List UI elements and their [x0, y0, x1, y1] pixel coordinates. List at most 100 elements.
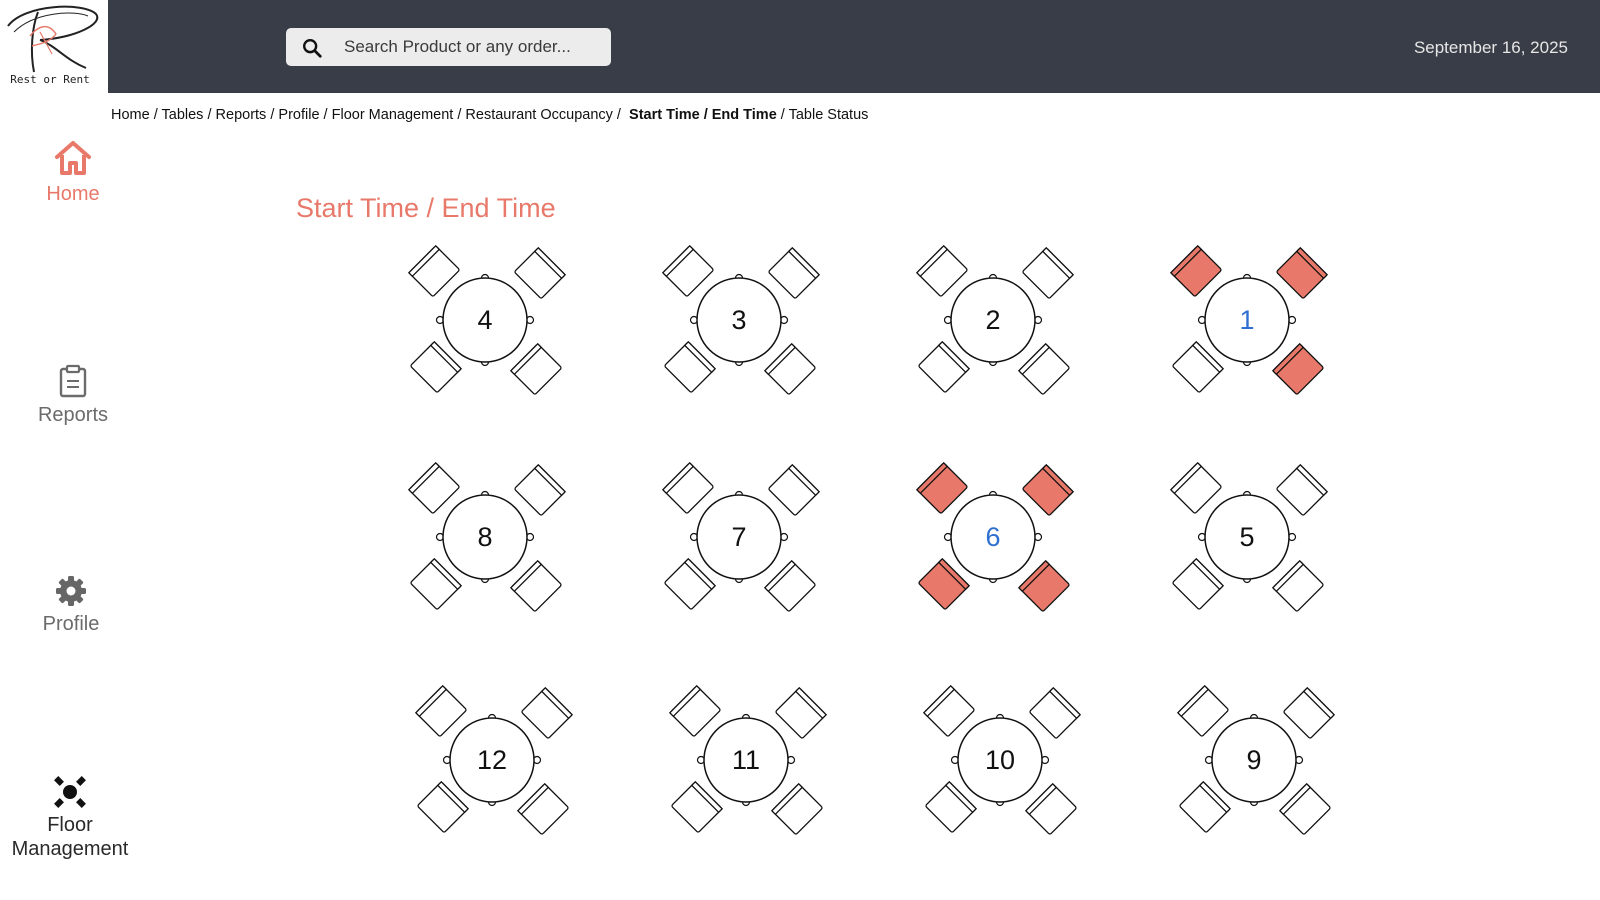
breadcrumb-floor-management[interactable]: Floor Management: [332, 107, 454, 123]
chair-free: [410, 340, 463, 393]
chair-free: [509, 342, 562, 395]
search-icon[interactable]: [301, 37, 323, 59]
sidebar-item-reports[interactable]: Reports: [8, 364, 138, 427]
table-6[interactable]: 6: [913, 462, 1083, 622]
clipboard-icon: [59, 364, 87, 398]
chair-free: [1022, 246, 1075, 299]
breadcrumb-restaurant-occupancy[interactable]: Restaurant Occupancy: [465, 107, 613, 123]
table-4[interactable]: 4: [405, 245, 575, 405]
table-graphic: [922, 685, 1082, 835]
current-date: September 16, 2025: [1413, 38, 1568, 57]
chair-free: [1172, 557, 1225, 610]
table-5[interactable]: 5: [1167, 462, 1337, 622]
table-top: [703, 717, 789, 803]
sidebar-item-floor-management[interactable]: Floor Management: [5, 776, 135, 861]
chair-free: [1169, 462, 1222, 514]
breadcrumb-home[interactable]: Home: [111, 107, 150, 123]
search-box[interactable]: [286, 28, 611, 66]
table-1[interactable]: 1: [1167, 245, 1337, 405]
breadcrumb-profile[interactable]: Profile: [278, 107, 319, 123]
chair-occupied: [1276, 246, 1329, 299]
chair-free: [407, 462, 460, 514]
table-graphic: [1169, 462, 1329, 612]
table-graphic: [661, 462, 821, 612]
chair-free: [407, 245, 460, 297]
chair-free: [1276, 463, 1329, 516]
chair-free: [410, 557, 463, 610]
chair-free: [1283, 686, 1336, 739]
table-graphic: [407, 462, 567, 612]
chair-free: [516, 782, 569, 835]
table-top: [442, 494, 528, 580]
table-graphic: [414, 685, 574, 835]
breadcrumb: Home / Tables / Reports / Profile / Floo…: [111, 107, 869, 123]
chair-free: [417, 780, 470, 833]
logo-mark: [7, 5, 99, 73]
table-top: [696, 494, 782, 580]
chair-free: [1024, 782, 1077, 835]
chair-occupied: [1169, 245, 1222, 297]
page-title: Start Time / End Time: [296, 193, 556, 223]
chair-free: [414, 685, 467, 737]
chair-free: [770, 782, 823, 835]
breadcrumb-current: Start Time / End Time: [629, 107, 777, 123]
chair-free: [922, 685, 975, 737]
chair-free: [509, 559, 562, 612]
chair-occupied: [1017, 559, 1070, 612]
chair-free: [1179, 780, 1232, 833]
table-top: [1211, 717, 1297, 803]
sidebar-label-profile: Profile: [42, 613, 100, 635]
table-top: [449, 717, 535, 803]
table-8[interactable]: 8: [405, 462, 575, 622]
sidebar-label-reports: Reports: [37, 404, 109, 426]
table-3[interactable]: 3: [659, 245, 829, 405]
chair-free: [1271, 559, 1324, 612]
table-12[interactable]: 12: [412, 685, 582, 845]
sidebar-item-profile[interactable]: Profile: [6, 575, 136, 636]
search-input[interactable]: [344, 28, 599, 66]
chair-occupied: [915, 462, 968, 514]
sidebar-label-floor: Floor: [47, 814, 93, 836]
logo[interactable]: Rest or Rent: [0, 0, 108, 93]
logo-text: Rest or Rent: [10, 73, 90, 86]
table-11[interactable]: 11: [666, 685, 836, 845]
table-graphic: [1169, 245, 1329, 395]
table-9[interactable]: 9: [1174, 685, 1344, 845]
breadcrumb-reports[interactable]: Reports: [216, 107, 267, 123]
chair-free: [664, 340, 717, 393]
chair-free: [775, 686, 828, 739]
table-10[interactable]: 10: [920, 685, 1090, 845]
chair-free: [763, 342, 816, 395]
chair-free: [1172, 340, 1225, 393]
chair-occupied: [1271, 342, 1324, 395]
table-graphic: [915, 462, 1075, 612]
chair-free: [661, 245, 714, 297]
table-7[interactable]: 7: [659, 462, 829, 622]
home-icon: [55, 141, 91, 175]
table-top: [1204, 494, 1290, 580]
table-2[interactable]: 2: [913, 245, 1083, 405]
breadcrumb-tables[interactable]: Tables: [162, 107, 204, 123]
chair-free: [671, 780, 724, 833]
sidebar-label-home: Home: [46, 183, 100, 205]
table-graphic: [1176, 685, 1336, 835]
chair-free: [668, 685, 721, 737]
chair-free: [918, 340, 971, 393]
chair-free: [763, 559, 816, 612]
chair-free: [768, 246, 821, 299]
sidebar-item-home[interactable]: Home: [8, 139, 138, 206]
chair-occupied: [1022, 463, 1075, 516]
chair-free: [521, 686, 574, 739]
chair-free: [1278, 782, 1331, 835]
floor-plan-icon: [54, 776, 86, 808]
table-top: [950, 277, 1036, 363]
breadcrumb-table-status[interactable]: Table Status: [789, 107, 869, 123]
table-graphic: [661, 245, 821, 395]
table-top: [1204, 277, 1290, 363]
chair-free: [664, 557, 717, 610]
table-graphic: [915, 245, 1075, 395]
table-graphic: [407, 245, 567, 395]
chair-free: [661, 462, 714, 514]
chair-free: [768, 463, 821, 516]
chair-free: [1176, 685, 1229, 737]
